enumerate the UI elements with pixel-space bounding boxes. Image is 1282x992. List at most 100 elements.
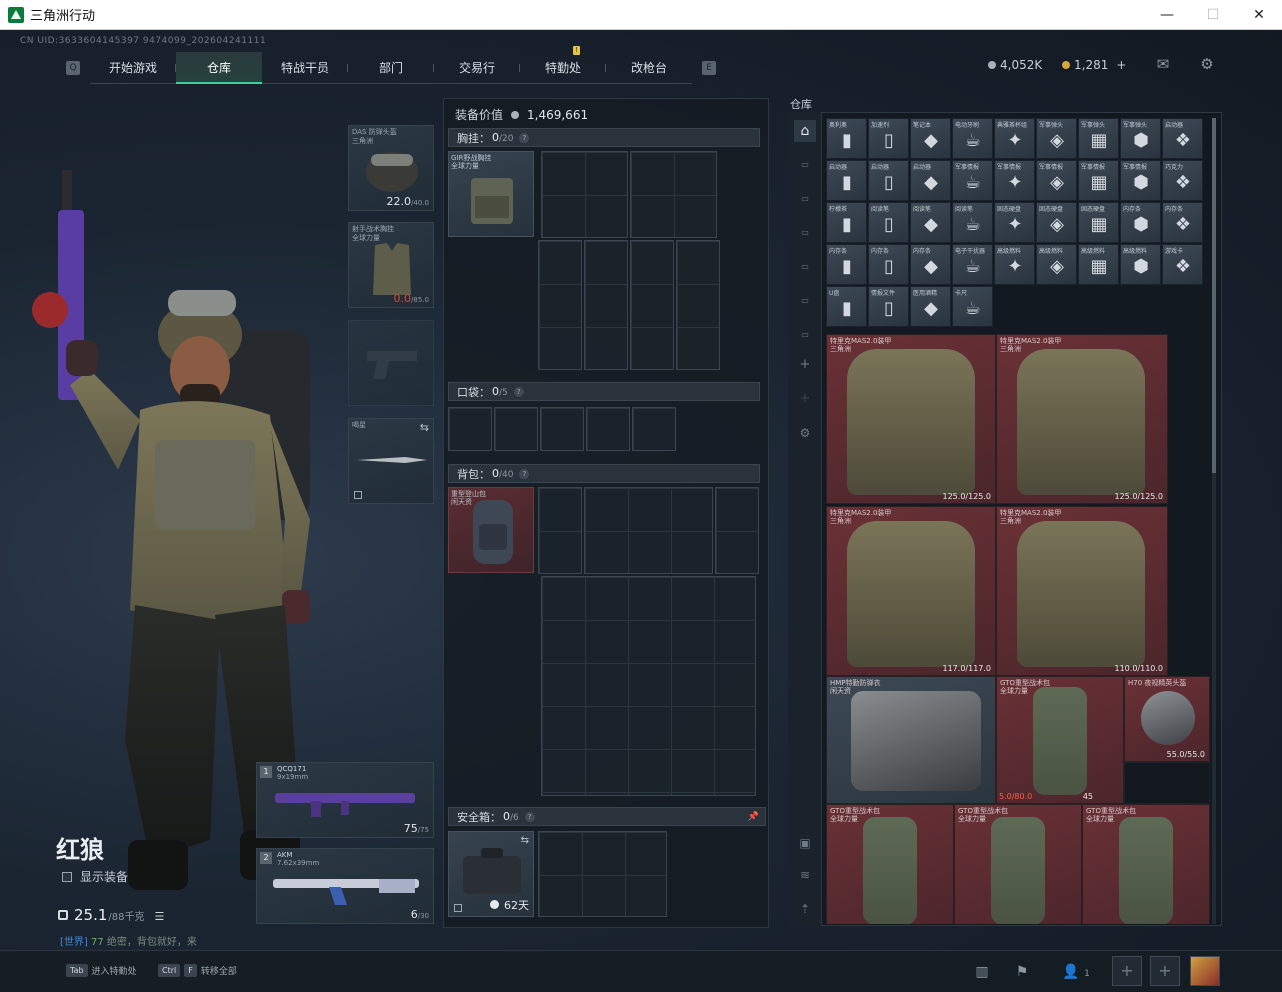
squad-icon[interactable]: 👤 1: [1054, 958, 1098, 986]
storage-item[interactable]: 阅读笔 ◆: [910, 202, 951, 243]
help-icon[interactable]: ?: [524, 811, 535, 822]
tab-market[interactable]: 交易行: [434, 52, 520, 84]
storage-item[interactable]: 典雅茶杯组 ✦: [994, 118, 1035, 159]
storage-item[interactable]: 内存条 ⬢: [1120, 202, 1161, 243]
chest-slot[interactable]: [538, 240, 582, 370]
add-page-icon[interactable]: +: [794, 388, 816, 410]
invite-slot-button[interactable]: +: [1112, 956, 1142, 986]
storage-item[interactable]: 高级燃料 ✦: [994, 244, 1035, 285]
storage-item[interactable]: 笔记本 ◆: [910, 118, 951, 159]
storage-item[interactable]: 启动器 ❖: [1162, 118, 1203, 159]
tab-gunsmith[interactable]: 改枪台: [606, 52, 692, 84]
mail-icon[interactable]: ✉: [1154, 56, 1172, 72]
safe-box-slot[interactable]: [538, 831, 667, 917]
show-gear-checkbox[interactable]: [62, 871, 72, 882]
storage-item[interactable]: 军事情报 ✦: [994, 160, 1035, 201]
storage-sort-icon[interactable]: ▣: [794, 832, 816, 854]
storage-page-6[interactable]: ▭: [794, 324, 816, 346]
stats-icon[interactable]: ▥: [964, 958, 1000, 986]
tab-special-ops[interactable]: 特勤处 !: [520, 46, 606, 84]
storage-item[interactable]: 游戏卡 ❖: [1162, 244, 1203, 285]
storage-item[interactable]: 电动牙刷 ☕: [952, 118, 993, 159]
armor-slot[interactable]: 射手战术胸挂 全球力量 0.0/85.0: [348, 222, 434, 308]
storage-page-3[interactable]: ▭: [794, 222, 816, 244]
primary-weapon-slot[interactable]: 1 QCQ171 9x19mm 75/75: [256, 762, 434, 838]
storage-item[interactable]: U盘 ▮: [826, 286, 867, 327]
storage-layers-icon[interactable]: ≋: [794, 864, 816, 886]
storage-transfer-icon[interactable]: ⇡: [794, 898, 816, 920]
storage-item[interactable]: 军事情报 ▦: [1078, 160, 1119, 201]
storage-item[interactable]: 固态硬盘 ◈: [1036, 202, 1077, 243]
storage-item[interactable]: 柠檬茶 ▮: [826, 202, 867, 243]
list-icon[interactable]: ☰: [155, 910, 165, 923]
storage-item[interactable]: 卡尺 ☕: [952, 286, 993, 327]
armor-item[interactable]: 特里克MAS2.0装甲 三角洲 110.0/110.0: [996, 506, 1168, 676]
safe-box-item[interactable]: ⇆ 62天: [448, 831, 534, 917]
backpack-item[interactable]: GTO重型战术包 全球力量: [826, 804, 954, 924]
storage-item[interactable]: 启动器 ▯: [868, 160, 909, 201]
storage-item[interactable]: 内存条 ◆: [910, 244, 951, 285]
tab-department[interactable]: 部门: [348, 52, 434, 84]
storage-item[interactable]: 军事情报 ☕: [952, 160, 993, 201]
nav-next-key[interactable]: E: [702, 61, 716, 75]
help-icon[interactable]: ?: [519, 132, 530, 143]
storage-page-1[interactable]: ▭: [794, 154, 816, 176]
backpack-slot[interactable]: [541, 576, 756, 796]
chest-slot[interactable]: [630, 240, 674, 370]
help-icon[interactable]: ?: [513, 386, 524, 397]
storage-item[interactable]: 军事情报 ◈: [1036, 160, 1077, 201]
storage-item[interactable]: 高级燃料 ◈: [1036, 244, 1077, 285]
player-avatar[interactable]: [1190, 956, 1220, 986]
show-gear-toggle[interactable]: 显示装备: [62, 868, 128, 885]
backpack-slot[interactable]: [584, 487, 713, 574]
storage-item[interactable]: 阅读笔 ▯: [868, 202, 909, 243]
storage-item[interactable]: 内存条 ❖: [1162, 202, 1203, 243]
storage-item[interactable]: 医用酒精 ◆: [910, 286, 951, 327]
gear-icon[interactable]: ⚙: [1198, 56, 1216, 72]
storage-item[interactable]: 奥利奥 ▮: [826, 118, 867, 159]
storage-item[interactable]: 巧克力 ❖: [1162, 160, 1203, 201]
scrollbar-thumb[interactable]: [1212, 118, 1216, 473]
backpack-item[interactable]: GTO重型战术包 全球力量 5.0/80.0 45: [996, 676, 1124, 804]
helmet-item[interactable]: H70 夜视精英头盔 55.0/55.0: [1124, 676, 1210, 762]
swap-icon[interactable]: ⇆: [420, 421, 429, 434]
storage-page-5[interactable]: ▭: [794, 290, 816, 312]
helmet-slot[interactable]: DAS 防弹头盔 三角洲 22.0/40.0: [348, 125, 434, 211]
pocket-slot[interactable]: [632, 407, 676, 451]
armor-item[interactable]: 特里克MAS2.0装甲 三角洲 125.0/125.0: [826, 334, 996, 504]
pin-icon[interactable]: 📌: [748, 812, 759, 822]
backpack-slot[interactable]: [715, 487, 759, 574]
storage-page-4[interactable]: ▭: [794, 256, 816, 278]
storage-item[interactable]: 军事情报 ⬢: [1120, 160, 1161, 201]
chest-slot[interactable]: [676, 240, 720, 370]
storage-page-2[interactable]: ▭: [794, 188, 816, 210]
melee-slot[interactable]: 喝星 ⇆: [348, 418, 434, 504]
chest-slot[interactable]: [541, 151, 628, 238]
storage-item[interactable]: 内存条 ▮: [826, 244, 867, 285]
maximize-button[interactable]: ☐: [1190, 0, 1236, 30]
secondary-weapon-slot[interactable]: 2 AKM 7.62x39mm 6/30: [256, 848, 434, 924]
close-button[interactable]: ✕: [1236, 0, 1282, 30]
tab-warehouse[interactable]: 仓库: [176, 52, 262, 84]
storage-item[interactable]: 加速剂 ▯: [868, 118, 909, 159]
storage-item[interactable]: 内存条 ▯: [868, 244, 909, 285]
storage-item[interactable]: 情报文件 ▯: [868, 286, 909, 327]
backpack-item[interactable]: 重型登山包 闲天资: [448, 487, 534, 573]
nav-prev-key[interactable]: Q: [66, 61, 80, 75]
add-page-icon[interactable]: +: [794, 354, 816, 376]
storage-item[interactable]: 固态硬盘 ✦: [994, 202, 1035, 243]
tab-operators[interactable]: 特战干员: [262, 52, 348, 84]
tab-start-game[interactable]: 开始游戏: [90, 52, 176, 84]
storage-item[interactable]: 军事弹头 ⬢: [1120, 118, 1161, 159]
pocket-slot[interactable]: [494, 407, 538, 451]
enter-special-ops-hint[interactable]: Tab 进入特勤处: [66, 964, 137, 977]
storage-settings-icon[interactable]: ⚙: [794, 422, 816, 444]
pocket-slot[interactable]: [586, 407, 630, 451]
flag-icon[interactable]: ⚑: [1004, 958, 1040, 986]
swap-icon[interactable]: ⇆: [521, 835, 529, 846]
storage-home-icon[interactable]: ⌂: [794, 120, 816, 142]
storage-item[interactable]: 启动器 ▮: [826, 160, 867, 201]
chest-slot[interactable]: [630, 151, 717, 238]
minimize-button[interactable]: —: [1144, 0, 1190, 30]
storage-item[interactable]: 固态硬盘 ▦: [1078, 202, 1119, 243]
